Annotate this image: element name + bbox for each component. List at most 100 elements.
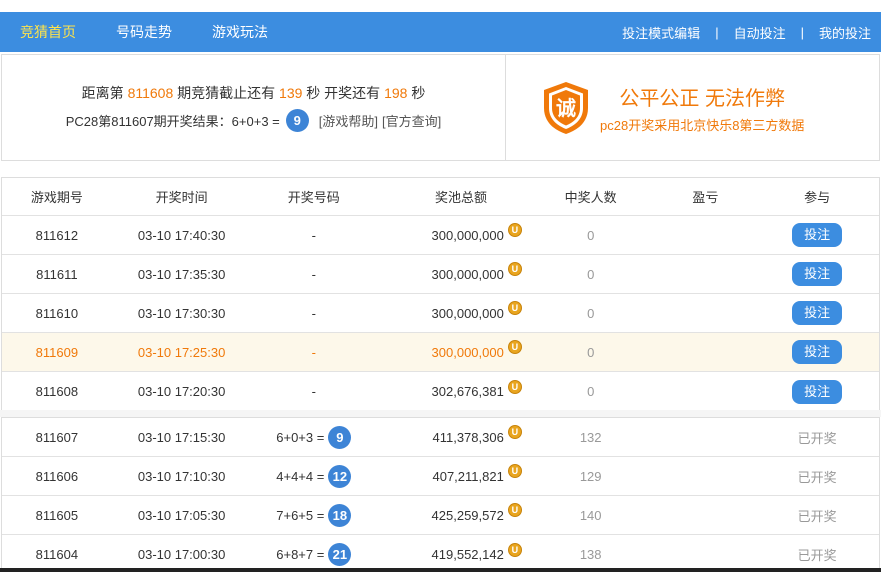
pool-amount: 300,000,000 — [431, 266, 504, 282]
header-winners: 中奖人数 — [564, 190, 617, 205]
game-help-link[interactable]: [游戏帮助] — [319, 111, 378, 130]
bet-button[interactable]: 投注 — [792, 223, 843, 247]
row-winners: 138 — [579, 547, 602, 562]
pool-amount: 419,552,142 — [431, 547, 504, 562]
row-pool: 407,211,821 U — [376, 464, 526, 484]
row-numbers: 7+6+5 = 18 — [251, 503, 376, 527]
header-period: 游戏期号 — [30, 190, 83, 205]
bottom-edge-bar — [0, 568, 881, 572]
coin-icon: U — [507, 503, 522, 517]
official-query-link[interactable]: [官方查询] — [382, 111, 441, 130]
row-numbers: - — [311, 344, 316, 360]
fairness-panel: 诚 公平公正 无法作弊 pc28开奖采用北京快乐8第三方数据 — [506, 55, 879, 160]
result-ball: 18 — [328, 503, 352, 527]
row-time: 03-10 17:40:30 — [137, 227, 226, 243]
row-numbers: - — [311, 384, 316, 399]
nav-separator: | — [715, 24, 719, 40]
nav-item-home[interactable]: 竞猜首页 — [0, 12, 96, 52]
row-winners: 0 — [587, 305, 595, 321]
nav-item-trend[interactable]: 号码走势 — [96, 12, 192, 52]
row-numbers: 6+0+3 = 9 — [251, 425, 376, 449]
row-time: 03-10 17:35:30 — [137, 266, 226, 282]
row-status: 已开奖 — [797, 430, 837, 446]
coin-icon: U — [507, 262, 522, 276]
row-period: 811609 — [35, 344, 79, 360]
row-numbers: - — [311, 266, 316, 282]
coin-icon: U — [507, 542, 522, 557]
nav-left-group: 竞猜首页 号码走势 游戏玩法 — [0, 12, 288, 52]
pool-amount: 300,000,000 — [431, 344, 504, 360]
header-pool: 奖池总额 — [434, 190, 487, 205]
nav-link-auto-bet[interactable]: 自动投注 — [734, 23, 786, 42]
row-time: 03-10 17:05:30 — [137, 507, 226, 523]
shield-badge-icon: 诚 — [544, 81, 588, 134]
row-pool: 425,259,572 U — [376, 503, 526, 523]
top-nav-bar: 竞猜首页 号码走势 游戏玩法 投注模式编辑 | 自动投注 | 我的投注 — [0, 12, 881, 52]
row-pool: 300,000,000 U — [376, 301, 526, 321]
table-row: 811612 03-10 17:40:30 - 300,000,000 U 0 投… — [2, 216, 879, 255]
countdown-suffix: 秒 — [411, 85, 426, 101]
table-row: 811611 03-10 17:35:30 - 300,000,000 U 0 投… — [2, 255, 879, 294]
bet-button[interactable]: 投注 — [792, 262, 843, 286]
pool-amount: 411,378,306 — [432, 429, 504, 445]
row-time: 03-10 17:00:30 — [137, 547, 226, 562]
bet-button[interactable]: 投注 — [792, 340, 843, 364]
badge-char: 诚 — [556, 96, 576, 120]
bet-button[interactable]: 投注 — [792, 379, 843, 404]
nav-link-bet-mode[interactable]: 投注模式编辑 — [622, 23, 700, 42]
row-time: 03-10 17:20:30 — [137, 384, 226, 399]
table-row: 811610 03-10 17:30:30 - 300,000,000 U 0 投… — [2, 294, 879, 333]
row-winners: 0 — [587, 227, 595, 243]
result-ball: 12 — [328, 464, 352, 488]
draw-countdown: 198 — [384, 85, 408, 101]
close-countdown: 139 — [279, 85, 303, 101]
nav-link-my-bets[interactable]: 我的投注 — [819, 23, 871, 42]
row-period: 811606 — [35, 468, 79, 484]
coin-icon: U — [507, 223, 522, 237]
row-action: 投注 — [755, 379, 879, 404]
row-pool: 411,378,306 U — [376, 425, 526, 445]
row-period: 811610 — [35, 305, 79, 321]
row-pool: 300,000,000 U — [376, 262, 526, 282]
countdown-prefix: 距离第 — [81, 85, 124, 101]
last-result-text: PC28第811607期开奖结果：6+0+3 = — [65, 114, 280, 129]
row-numbers: - — [311, 227, 316, 243]
row-action: 投注 — [755, 223, 879, 247]
coin-icon: U — [507, 464, 522, 478]
row-period: 811611 — [36, 266, 78, 282]
countdown-mid1: 期竞猜截止还有 — [177, 85, 276, 101]
row-status: 已开奖 — [797, 548, 837, 563]
header-numbers: 开奖号码 — [287, 190, 340, 205]
row-status: 已开奖 — [797, 508, 837, 524]
row-action: 投注 — [755, 340, 879, 364]
table-row: 811605 03-10 17:05:30 7+6+5 = 18 425,259,… — [2, 496, 879, 535]
row-period: 811605 — [35, 507, 79, 523]
upcoming-draws-table: 游戏期号 开奖时间 开奖号码 奖池总额 中奖人数 盈亏 参与 811612 03… — [1, 177, 880, 412]
fairness-text: 公平公正 无法作弊 pc28开奖采用北京快乐8第三方数据 — [600, 82, 804, 134]
fairness-subtitle: pc28开奖采用北京快乐8第三方数据 — [600, 117, 805, 133]
row-time: 03-10 17:25:30 — [137, 344, 226, 360]
row-period: 811612 — [35, 227, 79, 243]
table-row: 811607 03-10 17:15:30 6+0+3 = 9 411,378,3… — [2, 418, 879, 457]
coin-icon: U — [507, 425, 522, 439]
row-pool: 419,552,142 U — [376, 542, 526, 562]
row-winners: 140 — [579, 507, 602, 523]
nav-item-rules[interactable]: 游戏玩法 — [192, 12, 288, 52]
row-winners: 132 — [579, 429, 602, 445]
coin-icon: U — [507, 379, 522, 394]
pool-amount: 407,211,821 — [432, 468, 504, 484]
nav-right-group: 投注模式编辑 | 自动投注 | 我的投注 — [622, 23, 881, 42]
result-ball: 21 — [328, 543, 352, 566]
last-result-ball: 9 — [285, 109, 309, 132]
row-pool: 300,000,000 U — [376, 223, 526, 243]
draw-formula: 7+6+5 = — [276, 507, 325, 523]
past-draws-table: 811607 03-10 17:15:30 6+0+3 = 9 411,378,3… — [1, 417, 880, 572]
bet-button[interactable]: 投注 — [792, 301, 843, 325]
row-time: 03-10 17:15:30 — [137, 429, 226, 445]
row-pool: 302,676,381 U — [376, 379, 526, 399]
row-winners: 0 — [587, 384, 595, 399]
pool-amount: 300,000,000 — [431, 305, 504, 321]
row-period: 811607 — [35, 429, 79, 445]
info-panel: 距离第 811608 期竞猜截止还有 139 秒 开奖还有 198 秒 PC28… — [1, 54, 880, 161]
row-status: 已开奖 — [797, 469, 837, 485]
